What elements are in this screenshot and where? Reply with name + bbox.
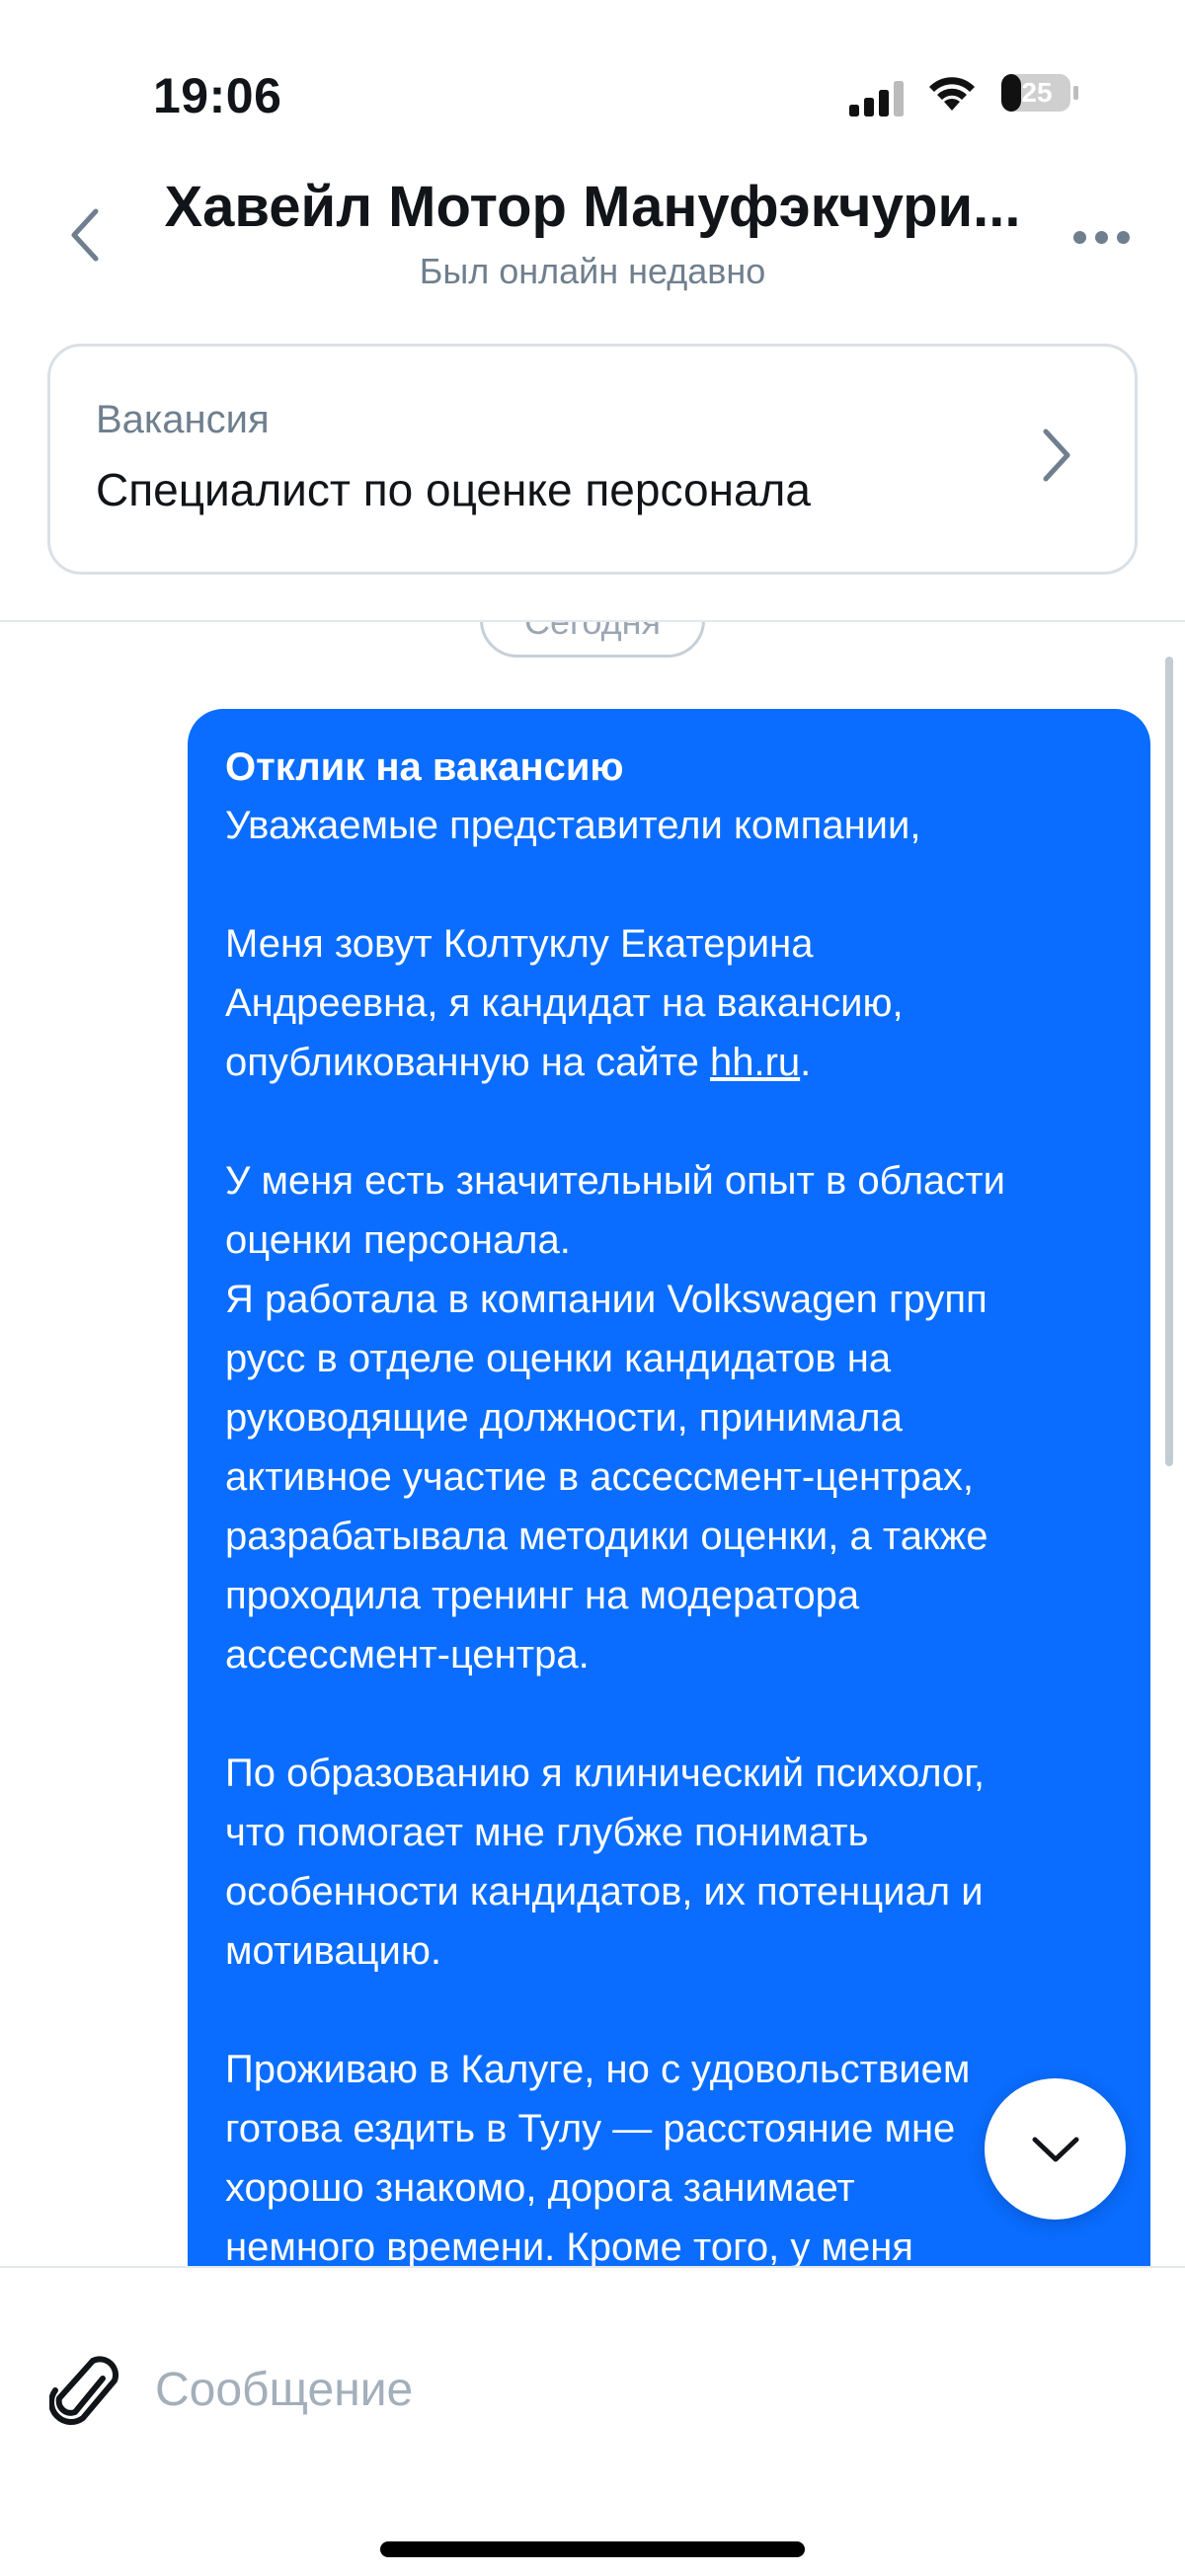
message-composer (0, 2266, 1185, 2576)
more-dot (1094, 230, 1108, 244)
message-body: Уважаемые представители компании, Меня з… (225, 796, 1115, 2266)
message-line: По образованию я клинический психолог, (225, 1752, 986, 1795)
message-text: опубликованную на сайте (225, 1041, 710, 1084)
message-line: руководящие должности, принимала (225, 1396, 903, 1440)
battery-icon: 25 (1000, 73, 1079, 113)
message-line: Андреевна, я кандидат на вакансию, (225, 981, 904, 1025)
message-input[interactable] (153, 2345, 1101, 2434)
vacancy-label: Вакансия (96, 398, 270, 441)
message-line: Меня зовут Колтуклу Екатерина (225, 922, 814, 966)
message-line: готова ездить в Тулу — расстояние мне (225, 2107, 956, 2150)
message-paragraph: Уважаемые представители компании, (225, 796, 1115, 855)
chevron-down-icon (1032, 2137, 1078, 2161)
back-button[interactable] (55, 195, 115, 274)
hh-link[interactable]: hh.ru (710, 1041, 800, 1084)
message-text: . (800, 1041, 812, 1084)
chat-header: Хавейл Мотор Мануфэкчури... Был онлайн н… (0, 168, 1185, 326)
paperclip-icon (48, 2356, 119, 2425)
message-line: оценки персонала. (225, 1218, 571, 1262)
home-indicator (380, 2541, 805, 2557)
message-line: особенности кандидатов, их потенциал и (225, 1870, 984, 1913)
wifi-icon (929, 77, 975, 111)
message-heading: Отклик на вакансию (225, 745, 624, 789)
message-line: Проживаю в Калуге, но с удовольствием (225, 2048, 971, 2091)
status-bar: 19:06 25 (0, 0, 1185, 188)
more-options-button[interactable] (1066, 207, 1136, 267)
outgoing-message[interactable]: Отклик на вакансию Уважаемые представите… (188, 709, 1150, 2266)
message-paragraph: По образованию я клинический психолог, ч… (225, 1744, 1115, 1981)
vacancy-title: Специалист по оценке персонала (96, 464, 811, 515)
message-line: немного времени. Кроме того, у меня (225, 2225, 913, 2266)
attach-button[interactable] (48, 2343, 119, 2432)
message-line: мотивацию. (225, 1929, 441, 1973)
message-line: проходила тренинг на модератора (225, 1574, 860, 1617)
signal-icon (849, 81, 904, 117)
message-line: опубликованную на сайте hh.ru. (225, 1033, 1115, 1092)
message-paragraph: У меня есть значительный опыт в области … (225, 1151, 1115, 1684)
chat-title: Хавейл Мотор Мануфэкчури... (164, 175, 1021, 239)
more-dot (1116, 230, 1130, 244)
message-line: что помогает мне глубже понимать (225, 1811, 869, 1854)
status-time: 19:06 (153, 68, 282, 123)
message-paragraph: Меня зовут Колтуклу Екатерина Андреевна,… (225, 914, 1115, 1092)
message-line: разрабатывала методики оценки, а также (225, 1515, 988, 1558)
message-line: русс в отделе оценки кандидатов на (225, 1337, 892, 1380)
battery-level: 25 (1021, 77, 1053, 108)
message-paragraph: Проживаю в Калуге, но с удовольствием го… (225, 2040, 1115, 2266)
message-line: хорошо знакомо, дорога занимает (225, 2166, 855, 2210)
message-list[interactable]: Сегодня Отклик на вакансию Уважаемые пре… (0, 622, 1185, 2266)
message-line: активное участие в ассессмент-центрах, (225, 1455, 974, 1499)
date-separator: Сегодня (480, 622, 705, 658)
scroll-to-bottom-button[interactable] (985, 2078, 1126, 2220)
message-line: Уважаемые представители компании, (225, 804, 921, 847)
scrollbar[interactable] (1165, 657, 1173, 1466)
message-line: Я работала в компании Volkswagen групп (225, 1278, 988, 1321)
more-horizontal-icon (1072, 230, 1086, 244)
message-line: ассессмент-центра. (225, 1633, 590, 1677)
vacancy-card[interactable]: Вакансия Специалист по оценке персонала (47, 344, 1138, 575)
chevron-left-icon (71, 208, 99, 262)
message-line: У меня есть значительный опыт в области (225, 1159, 1005, 1203)
chevron-right-icon (1043, 429, 1070, 482)
online-status: Был онлайн недавно (419, 251, 766, 291)
